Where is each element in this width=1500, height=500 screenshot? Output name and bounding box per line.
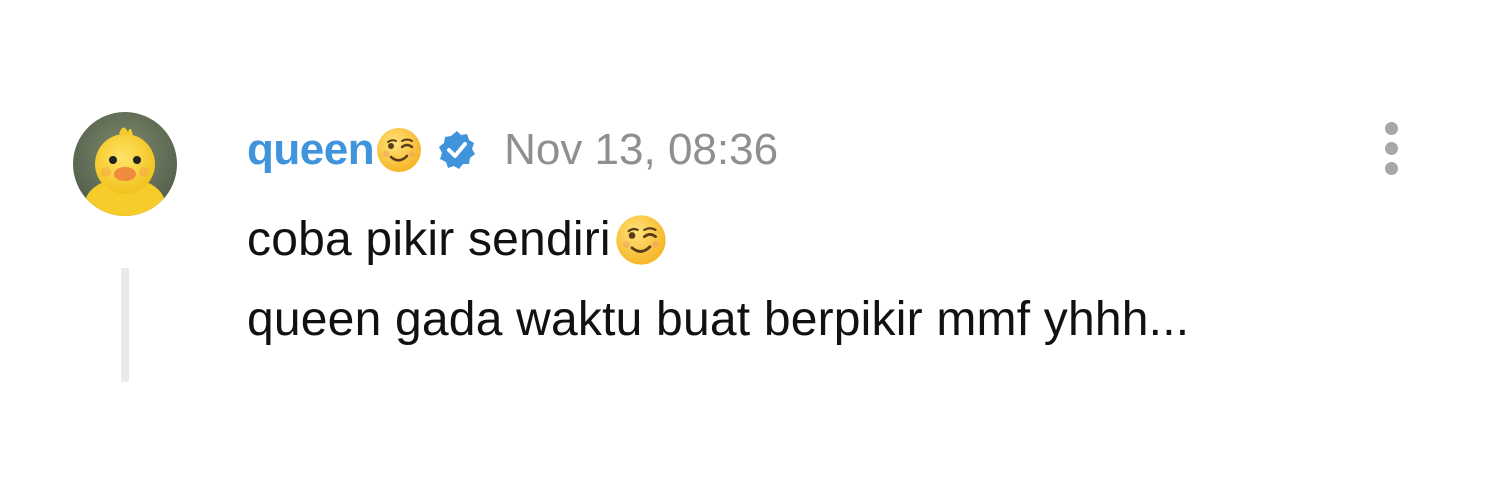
comment-header: queen Nov 13, 08:36 bbox=[247, 118, 778, 182]
more-vertical-icon bbox=[1385, 122, 1398, 135]
comment-line-text: queen gada waktu buat berpikir mmf yhhh.… bbox=[247, 293, 1190, 346]
comment-text: coba pikir sendiri queen gada waktu buat… bbox=[247, 200, 1189, 360]
thread-line bbox=[121, 268, 129, 382]
duck-avatar-icon bbox=[73, 112, 177, 216]
winking-face-icon bbox=[613, 212, 669, 268]
winking-face-icon bbox=[374, 125, 424, 175]
more-options-button[interactable] bbox=[1378, 120, 1406, 178]
comment-timestamp: Nov 13, 08:36 bbox=[504, 125, 779, 174]
username[interactable]: queen bbox=[247, 125, 375, 175]
comment-item: queen Nov 13, 08:36 coba pikir sendiri q… bbox=[0, 0, 1500, 500]
user-avatar[interactable] bbox=[73, 112, 177, 216]
verified-badge-icon bbox=[436, 129, 478, 171]
comment-line-text: coba pikir sendiri bbox=[247, 213, 611, 266]
comment-line: coba pikir sendiri bbox=[247, 200, 1189, 280]
comment-line: queen gada waktu buat berpikir mmf yhhh.… bbox=[247, 280, 1189, 360]
